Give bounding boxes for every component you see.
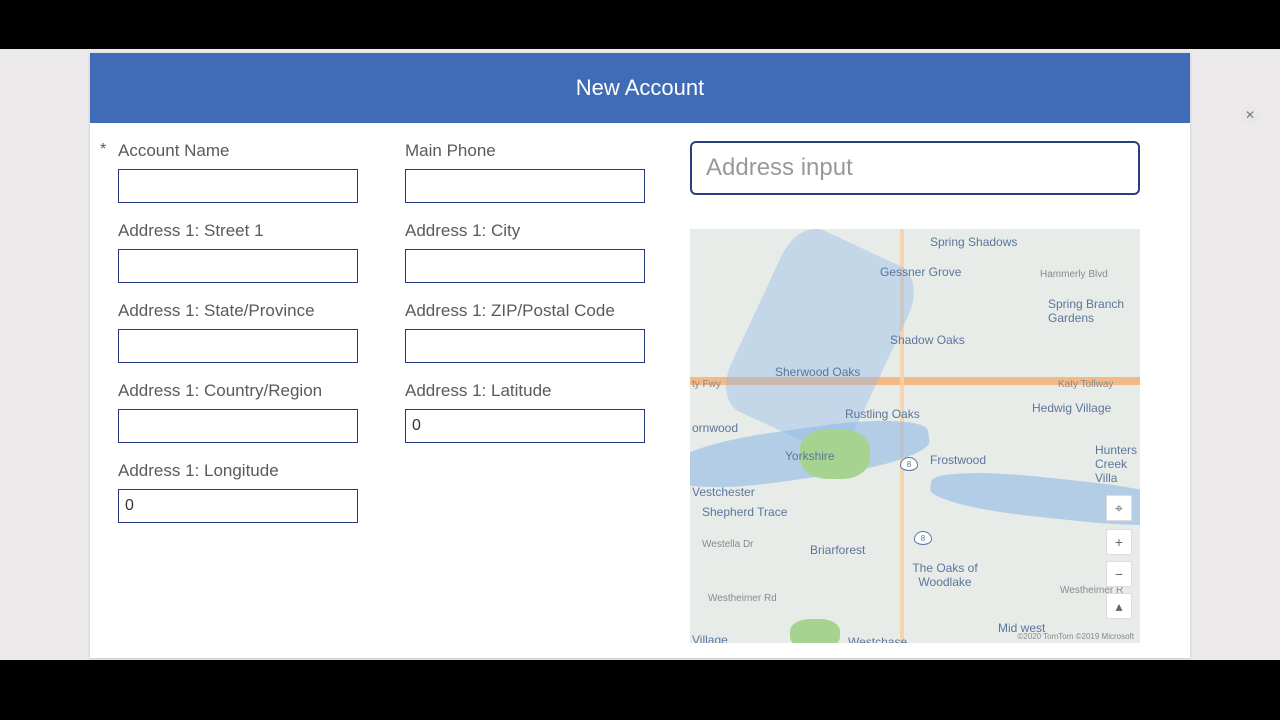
label-city: Address 1: City: [405, 221, 660, 241]
map-label: Katy Tollway: [1058, 379, 1113, 390]
field-state: Address 1: State/Province: [100, 301, 355, 363]
map-label: Hedwig Village: [1032, 401, 1111, 415]
map-label: Westheimer Rd: [708, 593, 777, 604]
input-zip[interactable]: [405, 329, 645, 363]
field-main-phone: Main Phone: [405, 141, 660, 203]
field-account-name: * Account Name: [100, 141, 355, 203]
form-column-2: Main Phone Address 1: City Address 1: ZI…: [405, 141, 660, 541]
map-view[interactable]: Spring Shadows Gessner Grove Hammerly Bl…: [690, 229, 1140, 643]
field-latitude: Address 1: Latitude: [405, 381, 660, 443]
label-account-name: Account Name: [118, 141, 230, 161]
map-area: Address input Spring Shadows Gessner Gro…: [660, 141, 1180, 643]
address-search-placeholder: Address input: [706, 154, 853, 182]
required-marker: *: [100, 141, 118, 159]
close-button[interactable]: ✕: [1240, 105, 1260, 125]
close-icon: ✕: [1245, 108, 1255, 122]
map-tiles: Spring Shadows Gessner Grove Hammerly Bl…: [690, 229, 1140, 643]
panel-title: New Account: [576, 75, 704, 101]
route-shield-icon: 8: [900, 457, 918, 471]
input-latitude[interactable]: [405, 409, 645, 443]
label-zip: Address 1: ZIP/Postal Code: [405, 301, 660, 321]
map-label: Shadow Oaks: [890, 333, 965, 347]
input-longitude[interactable]: [118, 489, 358, 523]
label-state: Address 1: State/Province: [118, 301, 355, 321]
label-country: Address 1: Country/Region: [118, 381, 355, 401]
field-city: Address 1: City: [405, 221, 660, 283]
field-country: Address 1: Country/Region: [100, 381, 355, 443]
map-label: Vestchester: [692, 485, 755, 499]
plus-icon: +: [1115, 534, 1123, 550]
map-label: Westella Dr: [702, 539, 754, 550]
input-account-name[interactable]: [118, 169, 358, 203]
tilt-icon: ▴: [1115, 598, 1122, 615]
map-label: The Oaks of Woodlake: [905, 561, 985, 589]
map-label: Gessner Grove: [880, 265, 961, 279]
minus-icon: −: [1115, 566, 1123, 582]
field-zip: Address 1: ZIP/Postal Code: [405, 301, 660, 363]
map-label: Spring Shadows: [930, 235, 1017, 249]
map-label: Village: [692, 633, 728, 643]
label-latitude: Address 1: Latitude: [405, 381, 660, 401]
input-state[interactable]: [118, 329, 358, 363]
map-attribution: ©2020 TomTom ©2019 Microsoft: [1017, 632, 1134, 641]
map-label: ornwood: [692, 421, 738, 435]
input-city[interactable]: [405, 249, 645, 283]
label-street1: Address 1: Street 1: [118, 221, 355, 241]
map-locate-button[interactable]: ⌖: [1106, 495, 1132, 521]
form-column-1: * Account Name Address 1: Street 1 Addre…: [100, 141, 355, 541]
map-label: Rustling Oaks: [845, 407, 920, 421]
input-main-phone[interactable]: [405, 169, 645, 203]
map-label: Briarforest: [810, 543, 865, 557]
panel-body: * Account Name Address 1: Street 1 Addre…: [90, 123, 1190, 643]
map-label: Westchase: [848, 635, 907, 643]
map-label: Hammerly Blvd: [1040, 269, 1108, 280]
map-label: Hunters Creek Villa: [1095, 443, 1140, 485]
map-label: Frostwood: [930, 453, 986, 467]
field-street1: Address 1: Street 1: [100, 221, 355, 283]
field-longitude: Address 1: Longitude: [100, 461, 355, 523]
map-zoom-in-button[interactable]: +: [1106, 529, 1132, 555]
page-background: ✕ New Account * Account Name: [0, 49, 1280, 660]
form-area: * Account Name Address 1: Street 1 Addre…: [100, 141, 660, 643]
letterbox-top: [0, 0, 1280, 49]
panel-header: New Account: [90, 53, 1190, 123]
locate-icon: ⌖: [1115, 500, 1123, 517]
address-search-input[interactable]: Address input: [690, 141, 1140, 195]
map-label: ty Fwy: [692, 379, 721, 390]
map-label: Sherwood Oaks: [775, 365, 860, 379]
route-shield-icon: 8: [914, 531, 932, 545]
new-account-panel: New Account * Account Name: [90, 53, 1190, 658]
label-longitude: Address 1: Longitude: [118, 461, 355, 481]
map-tilt-button[interactable]: ▴: [1106, 593, 1132, 619]
map-label: Spring Branch Gardens: [1048, 297, 1138, 325]
map-label: Shepherd Trace: [702, 505, 787, 519]
map-label: Yorkshire: [785, 449, 835, 463]
map-zoom-out-button[interactable]: −: [1106, 561, 1132, 587]
input-country[interactable]: [118, 409, 358, 443]
letterbox-bottom: [0, 660, 1280, 720]
label-main-phone: Main Phone: [405, 141, 660, 161]
input-street1[interactable]: [118, 249, 358, 283]
